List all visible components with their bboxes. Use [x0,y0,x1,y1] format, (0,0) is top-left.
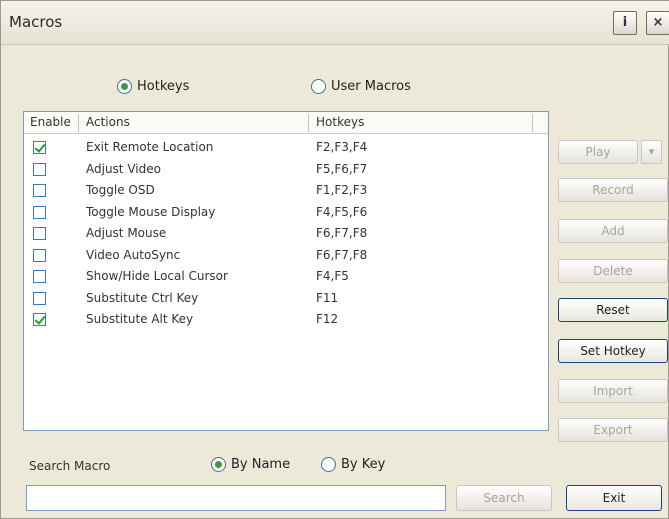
hotkeys-cell: F6,F7,F8 [316,247,368,262]
enable-checkbox[interactable] [33,162,46,176]
enable-checkbox[interactable] [33,270,46,283]
user-macros-radio-label: User Macros [331,79,411,94]
reset-button[interactable]: Reset [558,298,668,322]
hotkeys-radio[interactable]: Hotkeys [117,79,189,94]
action-cell: Toggle Mouse Display [86,204,216,219]
column-divider[interactable] [308,114,309,132]
play-dropdown-button[interactable]: ▾ [641,140,662,164]
action-cell: Adjust Video [86,161,161,176]
enable-checkbox[interactable] [33,248,46,262]
action-cell: Toggle OSD [86,183,155,197]
radio-selected-icon[interactable] [117,79,132,94]
hotkeys-cell: F5,F6,F7 [316,161,368,176]
table-row[interactable]: Substitute Alt Key F12 [24,310,548,332]
hotkeys-cell: F11 [316,290,339,305]
action-cell: Exit Remote Location [86,140,214,154]
play-button[interactable]: Play [558,140,638,164]
hotkeys-cell: F12 [316,312,339,326]
action-cell: Substitute Ctrl Key [86,290,199,305]
macro-list[interactable]: Enable Actions Hotkeys Exit Remote Locat… [23,111,549,431]
by-name-radio[interactable]: By Name [211,457,290,472]
column-header-actions[interactable]: Actions [86,115,130,129]
export-button[interactable]: Export [558,418,668,442]
radio-selected-icon[interactable] [211,457,226,472]
search-macro-label: Search Macro [29,459,111,473]
table-row[interactable]: Video AutoSync F6,F7,F8 [24,246,548,268]
enable-checkbox[interactable] [33,227,46,240]
by-key-radio-label: By Key [341,457,386,472]
title-bar: Macros i × [1,1,669,45]
table-row[interactable]: Show/Hide Local Cursor F4,F5 [24,267,548,289]
column-header-hotkeys[interactable]: Hotkeys [316,115,364,129]
hotkeys-cell: F2,F3,F4 [316,140,368,154]
enable-checkbox[interactable] [33,141,46,154]
action-cell: Show/Hide Local Cursor [86,269,228,283]
enable-checkbox[interactable] [33,313,46,326]
hotkeys-cell: F4,F5 [316,269,349,283]
user-macros-radio[interactable]: User Macros [311,79,411,94]
list-header: Enable Actions Hotkeys [24,112,548,134]
table-row[interactable]: Toggle Mouse Display F4,F5,F6 [24,203,548,225]
record-button[interactable]: Record [558,178,668,202]
table-row[interactable]: Substitute Ctrl Key F11 [24,289,548,311]
table-row[interactable]: Adjust Mouse F6,F7,F8 [24,224,548,246]
exit-button[interactable]: Exit [566,485,662,511]
hotkeys-radio-label: Hotkeys [137,79,190,94]
hotkeys-cell: F6,F7,F8 [316,226,368,240]
enable-checkbox[interactable] [33,291,46,305]
set-hotkey-button[interactable]: Set Hotkey [558,339,668,363]
enable-checkbox[interactable] [33,184,46,197]
by-name-radio-label: By Name [231,457,291,472]
search-button[interactable]: Search [456,485,552,511]
enable-checkbox[interactable] [33,205,46,219]
help-button[interactable]: i [613,11,637,35]
hotkeys-cell: F1,F2,F3 [316,183,368,197]
macros-dialog: Macros i × Hotkeys User Macros Enable Ac… [0,0,669,519]
import-button[interactable]: Import [558,379,668,403]
column-header-enable[interactable]: Enable [30,115,71,129]
action-cell: Video AutoSync [86,247,181,262]
radio-unselected-icon[interactable] [321,457,336,472]
hotkeys-cell: F4,F5,F6 [316,204,368,219]
column-divider[interactable] [532,114,533,132]
table-row[interactable]: Exit Remote Location F2,F3,F4 [24,138,548,160]
dialog-title: Macros [9,13,63,31]
action-cell: Substitute Alt Key [86,312,194,326]
table-row[interactable]: Adjust Video F5,F6,F7 [24,160,548,182]
by-key-radio[interactable]: By Key [321,457,385,472]
radio-unselected-icon[interactable] [311,79,326,94]
table-row[interactable]: Toggle OSD F1,F2,F3 [24,181,548,203]
close-button[interactable]: × [646,11,669,35]
action-cell: Adjust Mouse [86,226,167,240]
search-input[interactable] [26,485,446,511]
delete-button[interactable]: Delete [558,259,668,283]
add-button[interactable]: Add [558,219,668,243]
list-rows: Exit Remote Location F2,F3,F4 Adjust Video… [24,138,548,332]
column-divider[interactable] [78,114,79,132]
